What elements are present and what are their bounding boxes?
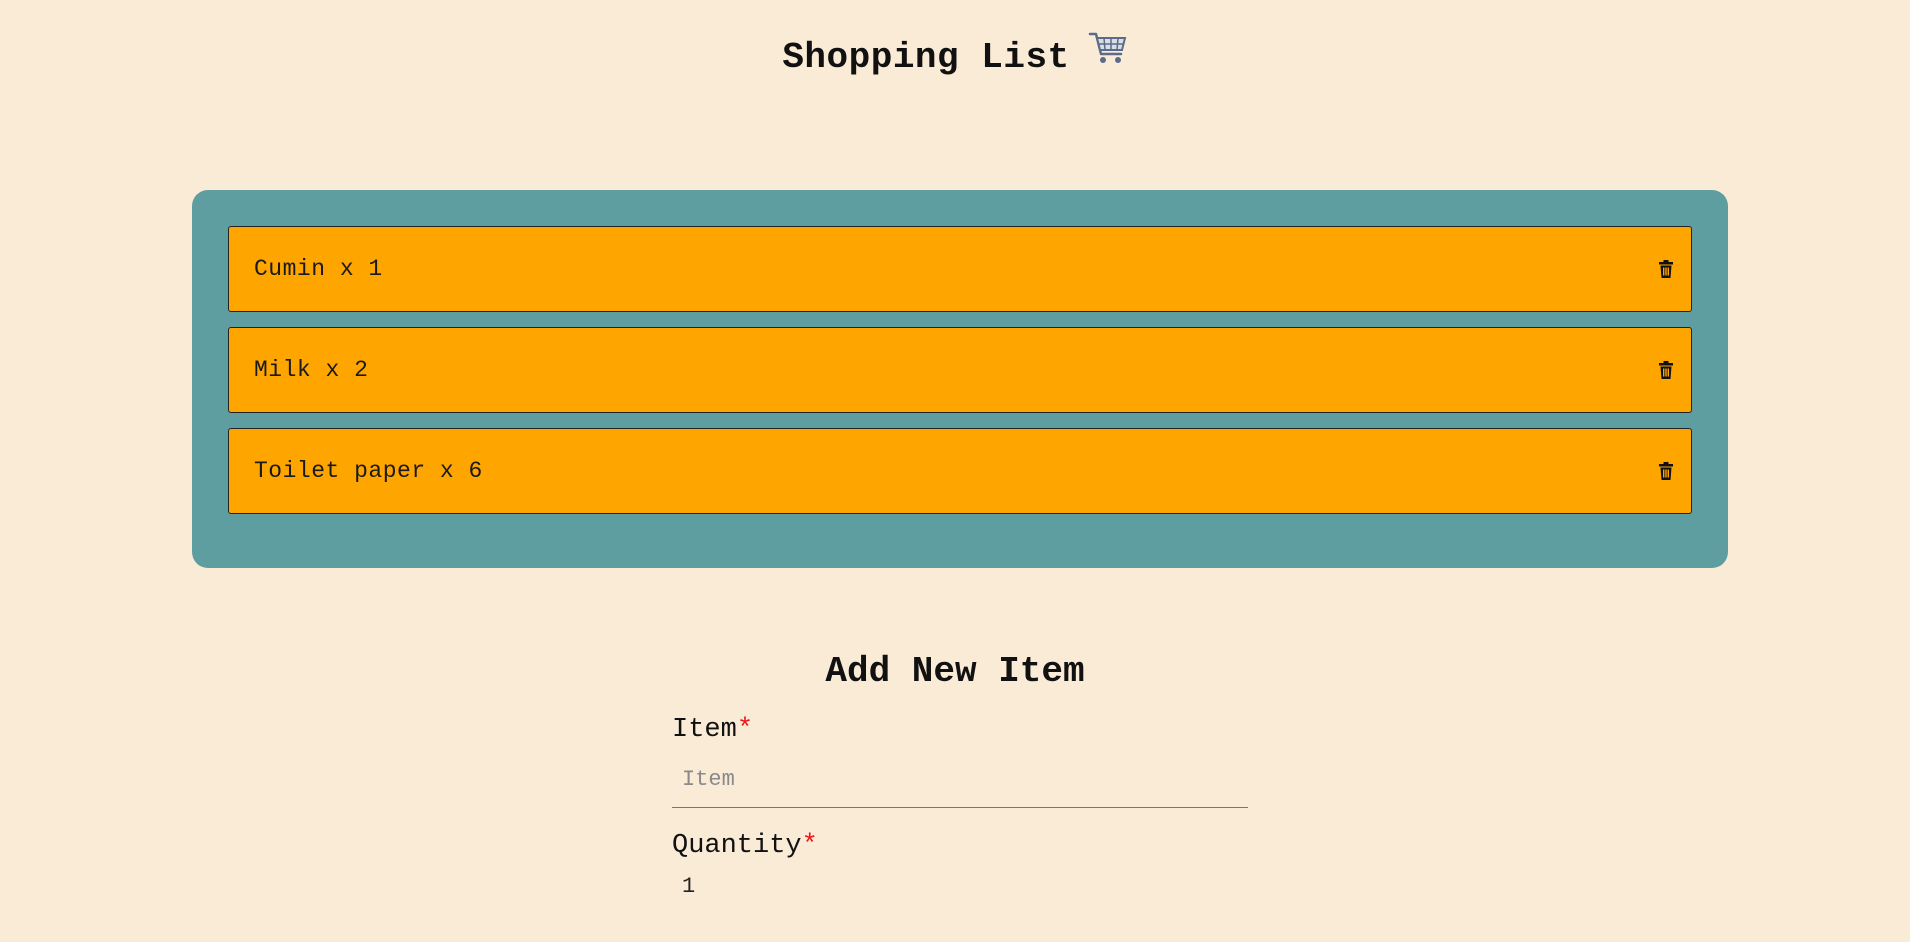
list-item: Cumin x 1 xyxy=(228,226,1692,312)
item-label-text: Item xyxy=(672,715,737,745)
quantity-label-text: Quantity xyxy=(672,831,802,861)
required-marker: * xyxy=(801,831,818,861)
page-title-text: Shopping List xyxy=(782,37,1070,79)
list-item-label: Milk x 2 xyxy=(254,357,369,383)
quantity-label: Quantity* xyxy=(672,828,1248,864)
list-item-label: Toilet paper x 6 xyxy=(254,458,483,484)
list-item: Milk x 2 xyxy=(228,327,1692,413)
shopping-cart-icon xyxy=(1088,30,1128,77)
delete-button[interactable] xyxy=(1655,460,1677,482)
add-item-form: Item* Quantity* 1 xyxy=(672,712,1248,909)
form-title: Add New Item xyxy=(825,651,1085,692)
trash-icon xyxy=(1659,361,1673,379)
required-marker: * xyxy=(736,715,754,745)
item-input[interactable] xyxy=(672,754,1248,808)
trash-icon xyxy=(1659,462,1673,480)
page-title: Shopping List xyxy=(0,0,1910,90)
shopping-list-panel: Cumin x 1 Milk x 2 Toilet paper x 6 xyxy=(192,190,1728,568)
list-item-label: Cumin x 1 xyxy=(254,256,383,282)
quantity-input[interactable]: 1 xyxy=(672,864,1248,909)
item-label: Item* xyxy=(672,712,1248,748)
delete-button[interactable] xyxy=(1655,359,1677,381)
trash-icon xyxy=(1659,260,1673,278)
delete-button[interactable] xyxy=(1655,258,1677,280)
list-item: Toilet paper x 6 xyxy=(228,428,1692,514)
